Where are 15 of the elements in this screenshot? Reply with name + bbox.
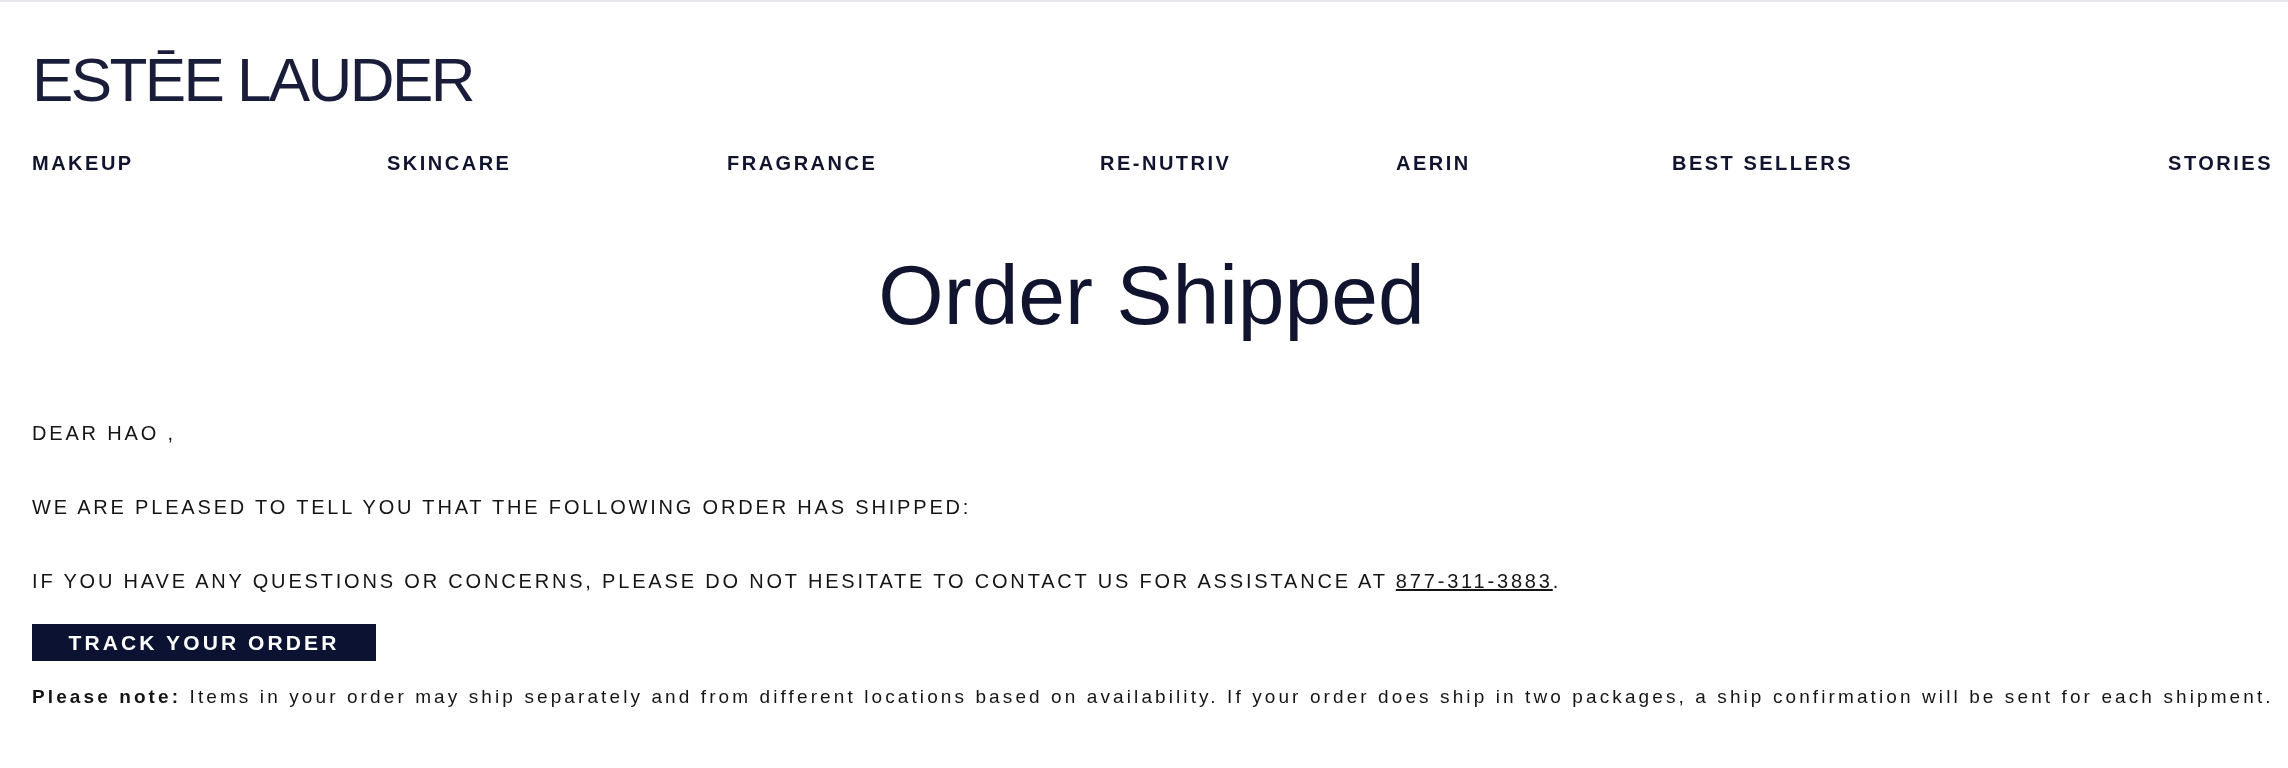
- nav-link[interactable]: MAKEUP: [32, 151, 134, 175]
- message-text: WE ARE PLEASED TO TELL YOU THAT THE FOLLOWING ORDER HAS SHIPPED:: [32, 495, 973, 519]
- nav-link[interactable]: STORIES: [2168, 151, 2273, 175]
- nav-link[interactable]: RE-NUTRIV: [1100, 151, 1232, 175]
- page-title: Order Shipped: [877, 247, 1426, 343]
- nav-link[interactable]: AERIN: [1396, 151, 1471, 175]
- contact-text: IF YOU HAVE ANY QUESTIONS OR CONCERNS, PLEASE DO NOT HESITATE TO CONTACT US FOR ASSISTANCE AT 877-311-3883.: [32, 569, 1563, 593]
- brand-logo[interactable]: ESTĒE LAUDER: [32, 49, 473, 111]
- note-text: Please note: Items in your order may ship separately and from different locations based on availability. If your order does ship in two packages, a ship confirmation will be sent for each shipment.: [32, 686, 2271, 708]
- phone-link[interactable]: 877-311-3883: [1395, 570, 1553, 592]
- greeting-text: DEAR HAO ,: [32, 421, 177, 445]
- nav-link[interactable]: BEST SELLERS: [1672, 151, 1854, 175]
- nav-link[interactable]: FRAGRANCE: [727, 151, 878, 175]
- nav-link[interactable]: SKINCARE: [387, 151, 512, 175]
- track-order-button[interactable]: TRACK YOUR ORDER: [32, 624, 376, 661]
